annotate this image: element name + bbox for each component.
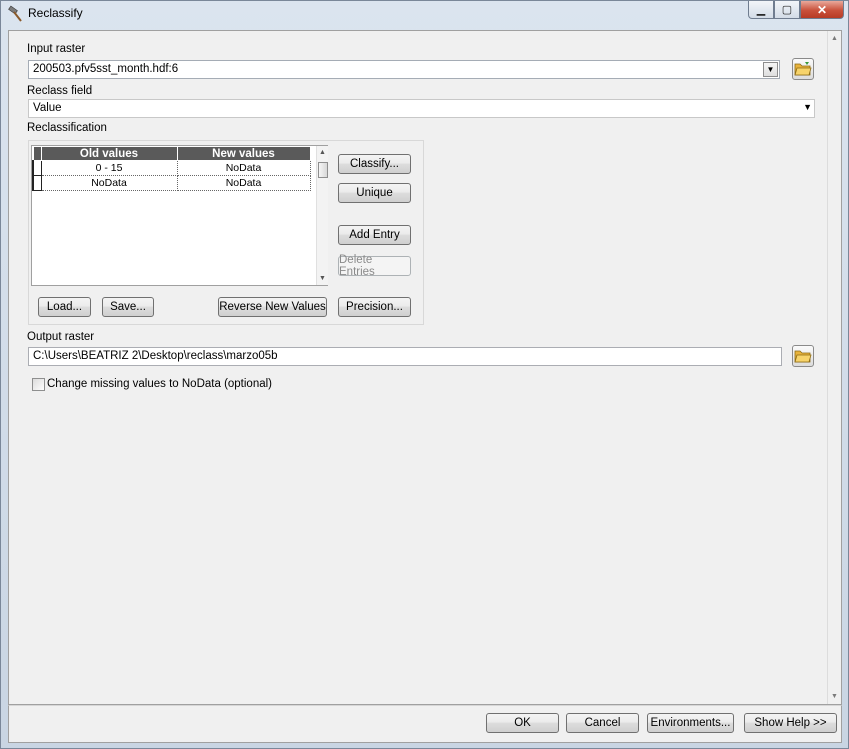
change-missing-checkbox[interactable] [32,378,45,391]
maximize-button[interactable]: ▢ [774,1,800,19]
old-value-cell[interactable]: 0 - 15 [40,160,178,176]
output-raster-field[interactable]: C:\Users\BEATRIZ 2\Desktop\reclass\marzo… [28,347,782,366]
minimize-button[interactable]: ▁ [748,1,774,19]
classify-button[interactable]: Classify... [338,154,411,174]
close-button[interactable]: ✕ [800,1,844,19]
output-raster-label: Output raster [27,331,95,343]
ok-button[interactable]: OK [486,713,559,733]
table-row[interactable]: 0 - 15 NoData [32,160,311,176]
row-selector[interactable] [32,175,42,191]
table-header-row: Old values New values [32,146,311,161]
close-icon: ✕ [816,2,828,17]
show-help-button[interactable]: Show Help >> [744,713,837,733]
delete-entries-button[interactable]: Delete Entries [338,254,411,278]
change-missing-label: Change missing values to NoData (optiona… [47,378,273,390]
hammer-icon [7,5,25,23]
row-selector[interactable] [32,160,42,176]
reclass-field-value: Value [33,102,62,114]
add-entry-button[interactable]: Add Entry [338,225,411,245]
environments-button[interactable]: Environments... [647,713,734,733]
chevron-down-icon[interactable]: ▼ [763,62,778,77]
row-header-corner [32,146,42,161]
column-header-new-values[interactable]: New values [176,146,311,161]
unique-button[interactable]: Unique [338,183,411,203]
table-scrollbar[interactable]: ▲ ▼ [316,146,328,285]
window-title: Reclassify [28,6,83,20]
cancel-button[interactable]: Cancel [566,713,639,733]
minimize-icon: ▁ [756,4,766,16]
reclassification-group: Old values New values 0 - 15 NoData NoDa [28,140,424,325]
reverse-new-values-button[interactable]: Reverse New Values [218,297,327,317]
reclass-field-label: Reclass field [27,85,93,97]
scroll-down-icon[interactable]: ▼ [319,275,326,282]
old-value-cell[interactable]: NoData [40,175,178,191]
new-value-cell[interactable]: NoData [176,175,311,191]
output-raster-value: C:\Users\BEATRIZ 2\Desktop\reclass\marzo… [33,350,278,362]
input-raster-browse-button[interactable] [792,58,814,80]
folder-open-icon [794,62,812,76]
table-row[interactable]: NoData NoData [32,175,311,191]
scroll-down-icon[interactable]: ▼ [831,693,838,700]
dialog-footer: OK Cancel Environments... Show Help >> [8,705,842,743]
reclassification-label: Reclassification [27,122,107,134]
input-raster-label: Input raster [27,43,86,55]
scroll-up-icon[interactable]: ▲ [831,35,838,42]
scroll-thumb[interactable] [318,162,328,178]
reclassification-table[interactable]: Old values New values 0 - 15 NoData NoDa [31,145,328,286]
parameters-panel: Input raster 200503.pfv5sst_month.hdf:6 … [8,30,842,705]
scroll-up-icon[interactable]: ▲ [319,149,326,156]
load-button[interactable]: Load... [38,297,91,317]
new-value-cell[interactable]: NoData [176,160,311,176]
save-button[interactable]: Save... [102,297,154,317]
precision-button[interactable]: Precision... [338,297,411,317]
input-raster-value: 200503.pfv5sst_month.hdf:6 [33,63,179,75]
panel-scrollbar[interactable]: ▲ ▼ [827,31,841,704]
reclassify-dialog: Reclassify ▁ ▢ ✕ Input raster 200503.pfv… [0,0,849,749]
chevron-down-icon[interactable]: ▼ [803,102,812,112]
input-raster-combobox[interactable]: 200503.pfv5sst_month.hdf:6 ▼ [28,60,780,79]
column-header-old-values[interactable]: Old values [40,146,178,161]
maximize-icon: ▢ [781,4,793,16]
reclass-field-combobox[interactable]: Value ▼ [28,99,815,118]
output-raster-browse-button[interactable] [792,345,814,367]
caption-buttons: ▁ ▢ ✕ [748,1,844,19]
folder-open-icon [794,350,812,363]
title-bar: Reclassify ▁ ▢ ✕ [1,1,848,27]
